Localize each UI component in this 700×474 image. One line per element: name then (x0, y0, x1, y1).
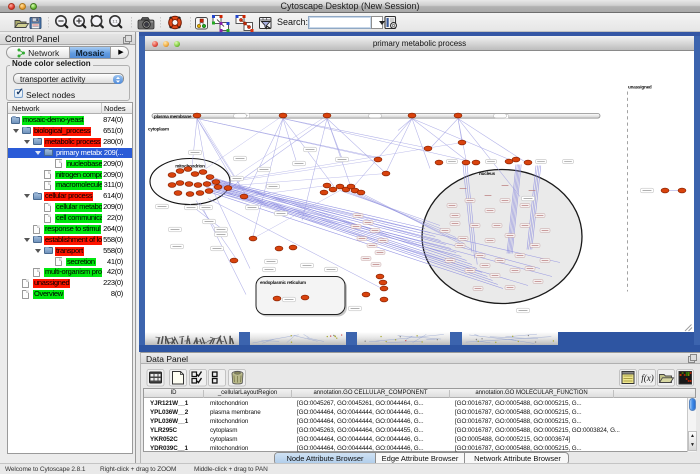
svg-text:plasma membrane: plasma membrane (154, 113, 192, 118)
svg-text:f(x): f(x) (641, 373, 654, 383)
svg-text:nucleus: nucleus (479, 171, 496, 176)
svg-text:1:1: 1:1 (113, 19, 118, 23)
svg-text:cytoplasm: cytoplasm (148, 126, 169, 131)
svg-text:unassigned: unassigned (628, 84, 652, 89)
svg-text:endoplasmic reticulum: endoplasmic reticulum (260, 280, 306, 285)
